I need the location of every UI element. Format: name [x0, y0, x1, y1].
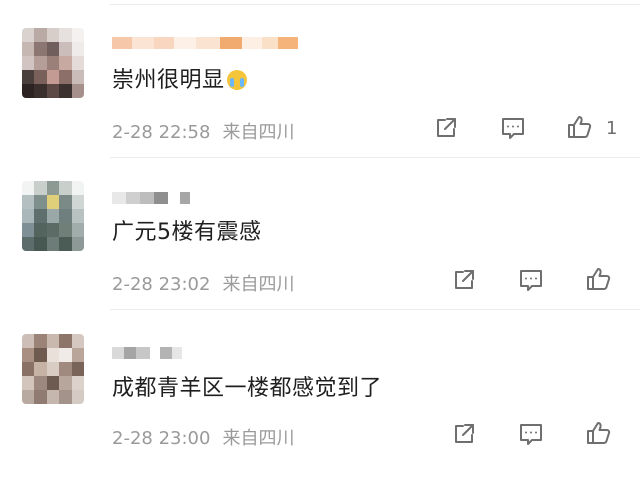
comment-icon[interactable] — [500, 115, 526, 141]
timestamp: 2-28 22:58 — [112, 122, 211, 143]
location: 来自四川 — [222, 122, 295, 143]
comment-item: 成都青羊区一楼都感觉到了 2-28 23:00 来自四川 — [0, 310, 640, 480]
comment-icon[interactable] — [518, 267, 544, 293]
comment-item: 广元5楼有震感 2-28 23:02 来自四川 — [0, 158, 640, 310]
username-blurred[interactable] — [112, 36, 298, 50]
avatar[interactable] — [22, 28, 84, 98]
timestamp: 2-28 23:00 — [112, 428, 211, 449]
thumbs-up-icon[interactable] — [585, 266, 611, 292]
comment-meta: 2-28 23:02 来自四川 — [112, 270, 294, 296]
crying-face-icon — [226, 70, 247, 90]
share-icon[interactable] — [451, 421, 477, 447]
comment-meta: 2-28 22:58 来自四川 — [112, 118, 294, 144]
timestamp: 2-28 23:02 — [112, 274, 211, 295]
username-blurred[interactable] — [112, 191, 190, 205]
share-icon[interactable] — [451, 267, 477, 293]
location: 来自四川 — [222, 274, 295, 295]
avatar[interactable] — [22, 181, 84, 251]
location: 来自四川 — [222, 428, 295, 449]
thumbs-up-icon[interactable] — [566, 114, 592, 140]
comment-item: 崇州很明显 2-28 22:58 来自四川 1 — [0, 0, 640, 158]
comment-list: 崇州很明显 2-28 22:58 来自四川 1 广元5楼有震感 2-28 23:… — [0, 0, 640, 480]
comment-text: 广元5楼有震感 — [112, 220, 262, 245]
comment-icon[interactable] — [518, 421, 544, 447]
username-blurred[interactable] — [112, 346, 182, 360]
avatar[interactable] — [22, 334, 84, 404]
comment-text: 崇州很明显 — [112, 62, 247, 94]
comment-text: 成都青羊区一楼都感觉到了 — [112, 376, 383, 401]
share-icon[interactable] — [433, 115, 459, 141]
like-count: 1 — [606, 118, 618, 139]
thumbs-up-icon[interactable] — [585, 420, 611, 446]
comment-meta: 2-28 23:00 来自四川 — [112, 424, 294, 450]
